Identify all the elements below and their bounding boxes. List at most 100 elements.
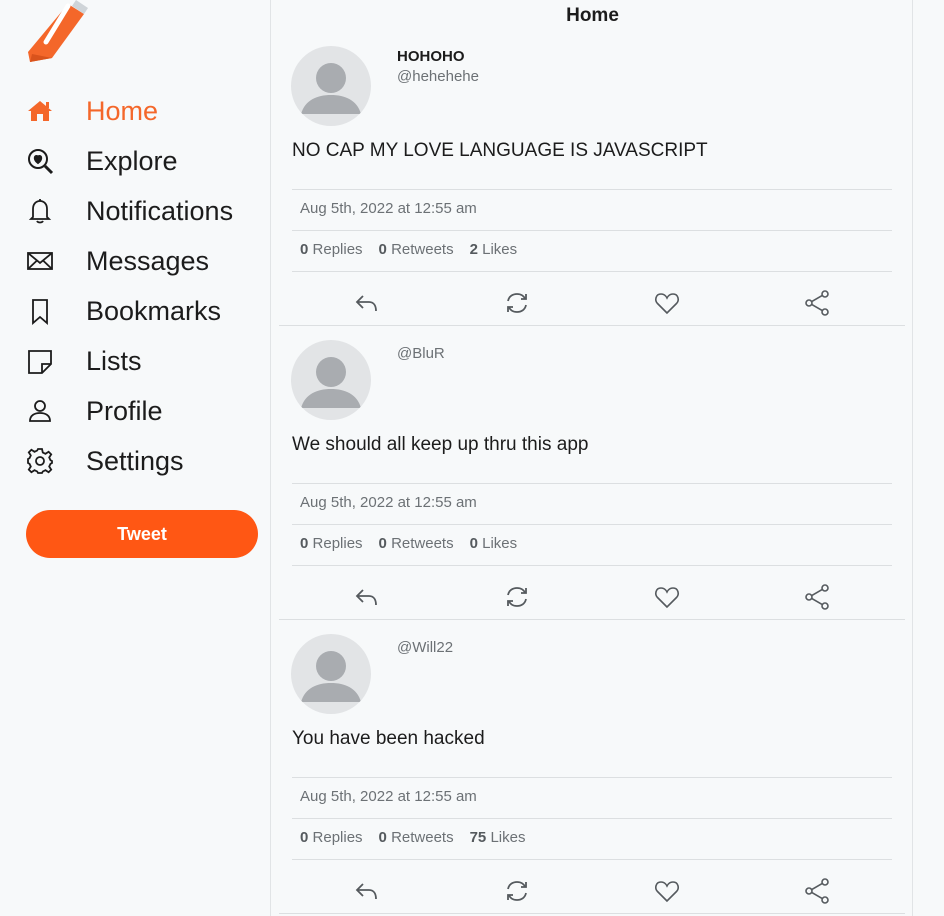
sidebar-item-label: Profile xyxy=(86,395,163,426)
sidebar-item-settings[interactable]: Settings xyxy=(26,436,266,486)
explore-icon xyxy=(26,147,68,175)
retweet-count[interactable]: 0 Retweets xyxy=(379,535,454,552)
reply-count-label: Replies xyxy=(312,829,363,846)
retweet-count-label: Retweets xyxy=(391,241,454,258)
share-icon[interactable] xyxy=(803,877,831,905)
share-icon[interactable] xyxy=(803,583,831,611)
reply-count[interactable]: 0 Replies xyxy=(300,829,363,846)
retweet-count[interactable]: 0 Retweets xyxy=(379,829,454,846)
reply-count[interactable]: 0 Replies xyxy=(300,241,363,258)
retweet-count-value: 0 xyxy=(378,535,387,552)
avatar[interactable] xyxy=(291,634,371,714)
like-count-value: 0 xyxy=(469,535,478,552)
like-count-label: Likes xyxy=(490,829,526,846)
heart-icon[interactable] xyxy=(653,289,681,317)
reply-count-value: 0 xyxy=(300,241,309,258)
heart-icon[interactable] xyxy=(653,877,681,905)
like-count-label: Likes xyxy=(482,241,518,258)
list-note-icon xyxy=(26,347,68,375)
retweet-count-value: 0 xyxy=(378,829,387,846)
retweet-count-label: Retweets xyxy=(391,535,454,552)
tweet-card[interactable]: HOHOHO @hehehehe NO CAP MY LOVE LANGUAGE… xyxy=(279,32,905,326)
user-handle[interactable]: @hehehehe xyxy=(397,68,479,85)
sidebar-item-label: Lists xyxy=(86,345,142,376)
mail-icon xyxy=(26,247,68,275)
avatar[interactable] xyxy=(291,340,371,420)
sidebar-item-home[interactable]: Home xyxy=(26,86,266,136)
reply-count[interactable]: 0 Replies xyxy=(300,535,363,552)
tweet-stats: 0 Replies 0 Retweets 0 Likes xyxy=(300,535,533,552)
like-count[interactable]: 75 Likes xyxy=(470,829,526,846)
heart-icon[interactable] xyxy=(653,583,681,611)
like-count-label: Likes xyxy=(482,535,518,552)
reply-icon[interactable] xyxy=(353,289,381,317)
reply-count-value: 0 xyxy=(300,535,309,552)
avatar[interactable] xyxy=(291,46,371,126)
tweet-timestamp: Aug 5th, 2022 at 12:55 am xyxy=(300,200,477,217)
sidebar-item-explore[interactable]: Explore xyxy=(26,136,266,186)
reply-icon[interactable] xyxy=(353,583,381,611)
sidebar: Home Explore Notifications Messages Book… xyxy=(0,0,270,916)
divider xyxy=(292,777,892,778)
sidebar-item-label: Bookmarks xyxy=(86,295,222,326)
bookmark-icon xyxy=(26,297,68,325)
retweet-count-label: Retweets xyxy=(391,829,454,846)
tweet-text: We should all keep up thru this app xyxy=(292,434,589,455)
user-display-name[interactable]: HOHOHO xyxy=(397,48,465,65)
tweet-stats: 0 Replies 0 Retweets 75 Likes xyxy=(300,829,541,846)
sidebar-item-lists[interactable]: Lists xyxy=(26,336,266,386)
tweet-text: NO CAP MY LOVE LANGUAGE IS JAVASCRIPT xyxy=(292,140,708,161)
reply-icon[interactable] xyxy=(353,877,381,905)
sidebar-item-label: Explore xyxy=(86,145,178,176)
tweet-actions xyxy=(292,869,892,909)
tweet-actions xyxy=(292,575,892,615)
like-count[interactable]: 2 Likes xyxy=(470,241,518,258)
tweet-timestamp: Aug 5th, 2022 at 12:55 am xyxy=(300,494,477,511)
user-handle[interactable]: @BluR xyxy=(397,345,445,362)
divider xyxy=(292,565,892,566)
divider xyxy=(292,524,892,525)
reply-count-value: 0 xyxy=(300,829,309,846)
like-count-value: 2 xyxy=(469,241,478,258)
retweet-icon[interactable] xyxy=(503,289,531,317)
sidebar-item-bookmarks[interactable]: Bookmarks xyxy=(26,286,266,336)
user-icon xyxy=(26,397,68,425)
retweet-icon[interactable] xyxy=(503,877,531,905)
retweet-icon[interactable] xyxy=(503,583,531,611)
tweet-card[interactable]: @BluR We should all keep up thru this ap… xyxy=(279,326,905,620)
tweet-text: You have been hacked xyxy=(292,728,485,749)
share-icon[interactable] xyxy=(803,289,831,317)
bell-icon xyxy=(26,197,68,225)
retweet-count[interactable]: 0 Retweets xyxy=(379,241,454,258)
tweet-button[interactable]: Tweet xyxy=(26,510,258,558)
tweet-actions xyxy=(292,281,892,321)
divider xyxy=(292,230,892,231)
retweet-count-value: 0 xyxy=(378,241,387,258)
divider xyxy=(292,859,892,860)
pen-logo-icon[interactable] xyxy=(22,0,94,64)
user-handle[interactable]: @Will22 xyxy=(397,639,453,656)
app-root: Home Explore Notifications Messages Book… xyxy=(0,0,944,916)
tweet-stats: 0 Replies 0 Retweets 2 Likes xyxy=(300,241,533,258)
divider xyxy=(292,271,892,272)
sidebar-item-notifications[interactable]: Notifications xyxy=(26,186,266,236)
tweet-card[interactable]: @Will22 You have been hacked Aug 5th, 20… xyxy=(279,620,905,914)
tweet-timestamp: Aug 5th, 2022 at 12:55 am xyxy=(300,788,477,805)
sidebar-item-label: Home xyxy=(86,95,159,126)
reply-count-label: Replies xyxy=(312,535,363,552)
like-count-value: 75 xyxy=(469,829,487,846)
feed: Home HOHOHO @hehehehe NO CAP MY LOVE LAN… xyxy=(270,0,913,916)
sidebar-item-profile[interactable]: Profile xyxy=(26,386,266,436)
gear-icon xyxy=(26,447,68,475)
divider xyxy=(292,189,892,190)
like-count[interactable]: 0 Likes xyxy=(470,535,518,552)
sidebar-item-messages[interactable]: Messages xyxy=(26,236,266,286)
reply-count-label: Replies xyxy=(312,241,363,258)
sidebar-nav: Home Explore Notifications Messages Book… xyxy=(26,86,266,486)
sidebar-item-label: Settings xyxy=(86,445,184,476)
sidebar-item-label: Notifications xyxy=(86,195,234,226)
page-title: Home xyxy=(566,5,619,26)
divider xyxy=(292,483,892,484)
divider xyxy=(292,818,892,819)
sidebar-item-label: Messages xyxy=(86,245,210,276)
